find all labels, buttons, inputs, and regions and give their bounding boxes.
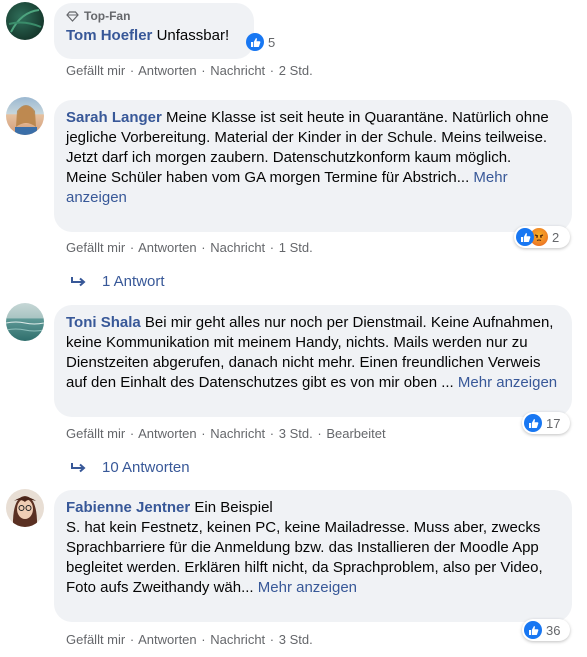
reaction-count[interactable]: 5 — [244, 31, 280, 53]
comment-body-2: Meine Schüler haben vom GA morgen Termin… — [66, 169, 470, 186]
like-link[interactable]: Gefällt mir — [66, 632, 125, 647]
comment-text-continued: Meine Schüler haben vom GA morgen Termin… — [66, 168, 560, 208]
comment-bubble: Toni Shala Bei mir geht alles nur noch p… — [54, 305, 572, 417]
reaction-number: 17 — [546, 415, 561, 431]
timestamp[interactable]: 2 Std. — [279, 63, 313, 78]
message-link[interactable]: Nachricht — [210, 632, 265, 647]
comment-body: Ein Beispiel — [194, 499, 273, 516]
reply-link[interactable]: Antworten — [138, 426, 197, 441]
edited-label[interactable]: Bearbeitet — [326, 426, 385, 441]
comment-bubble: Sarah Langer Meine Klasse ist seit heute… — [54, 100, 572, 232]
comment-actions: Gefällt mir · Antworten · Nachricht · 2 … — [66, 63, 313, 78]
avatar[interactable] — [6, 2, 44, 40]
comment-text: Sarah Langer Meine Klasse ist seit heute… — [66, 108, 560, 168]
comment-text: Fabienne Jentner Ein Beispiel — [66, 498, 560, 518]
like-link[interactable]: Gefällt mir — [66, 240, 125, 255]
top-fan-badge: Top-Fan — [66, 9, 242, 23]
like-icon — [524, 621, 542, 639]
comment-body: Unfassbar! — [156, 27, 230, 44]
reaction-count[interactable]: 2 — [514, 226, 570, 248]
message-link[interactable]: Nachricht — [210, 426, 265, 441]
like-link[interactable]: Gefällt mir — [66, 63, 125, 78]
like-icon — [516, 228, 534, 246]
comment-text-continued: S. hat kein Festnetz, keinen PC, keine M… — [66, 518, 560, 598]
view-replies-link[interactable]: 1 Antwort — [70, 273, 165, 290]
diamond-icon — [66, 10, 79, 22]
author-name[interactable]: Tom Hoefler — [66, 27, 152, 44]
see-more-link[interactable]: Mehr anzeigen — [458, 374, 557, 391]
reply-link[interactable]: Antworten — [138, 632, 197, 647]
reply-link[interactable]: Antworten — [138, 63, 197, 78]
timestamp[interactable]: 3 Std. — [279, 632, 313, 647]
timestamp[interactable]: 3 Std. — [279, 426, 313, 441]
replies-count: 10 Antworten — [102, 459, 190, 476]
reply-link[interactable]: Antworten — [138, 240, 197, 255]
view-replies-link[interactable]: 10 Antworten — [70, 459, 190, 476]
comment-bubble: Fabienne Jentner Ein Beispiel S. hat kei… — [54, 490, 572, 622]
message-link[interactable]: Nachricht — [210, 240, 265, 255]
reaction-number: 36 — [546, 622, 561, 638]
reply-arrow-icon — [71, 276, 86, 286]
author-name[interactable]: Sarah Langer — [66, 109, 162, 126]
author-name[interactable]: Toni Shala — [66, 314, 141, 331]
avatar[interactable] — [6, 489, 44, 527]
reaction-number: 5 — [268, 34, 276, 50]
comment-actions: Gefällt mir · Antworten · Nachricht · 3 … — [66, 632, 313, 647]
like-link[interactable]: Gefällt mir — [66, 426, 125, 441]
see-more-link[interactable]: Mehr anzeigen — [258, 579, 357, 596]
comment-bubble: Top-Fan Tom Hoefler Unfassbar! — [54, 3, 254, 59]
reaction-count[interactable]: 36 — [522, 619, 570, 641]
reply-arrow-icon — [71, 462, 86, 472]
comment-text: Toni Shala Bei mir geht alles nur noch p… — [66, 313, 560, 393]
author-name[interactable]: Fabienne Jentner — [66, 499, 190, 516]
timestamp[interactable]: 1 Std. — [279, 240, 313, 255]
badge-label: Top-Fan — [84, 9, 131, 23]
like-icon — [246, 33, 264, 51]
comment-actions: Gefällt mir · Antworten · Nachricht · 1 … — [66, 240, 313, 255]
reaction-count[interactable]: 17 — [522, 412, 570, 434]
comment-text: Tom Hoefler Unfassbar! — [66, 26, 242, 46]
avatar[interactable] — [6, 97, 44, 135]
reaction-number: 2 — [552, 229, 560, 245]
like-icon — [524, 414, 542, 432]
message-link[interactable]: Nachricht — [210, 63, 265, 78]
comment-actions: Gefällt mir · Antworten · Nachricht · 3 … — [66, 426, 386, 441]
avatar[interactable] — [6, 303, 44, 341]
replies-count: 1 Antwort — [102, 273, 165, 290]
